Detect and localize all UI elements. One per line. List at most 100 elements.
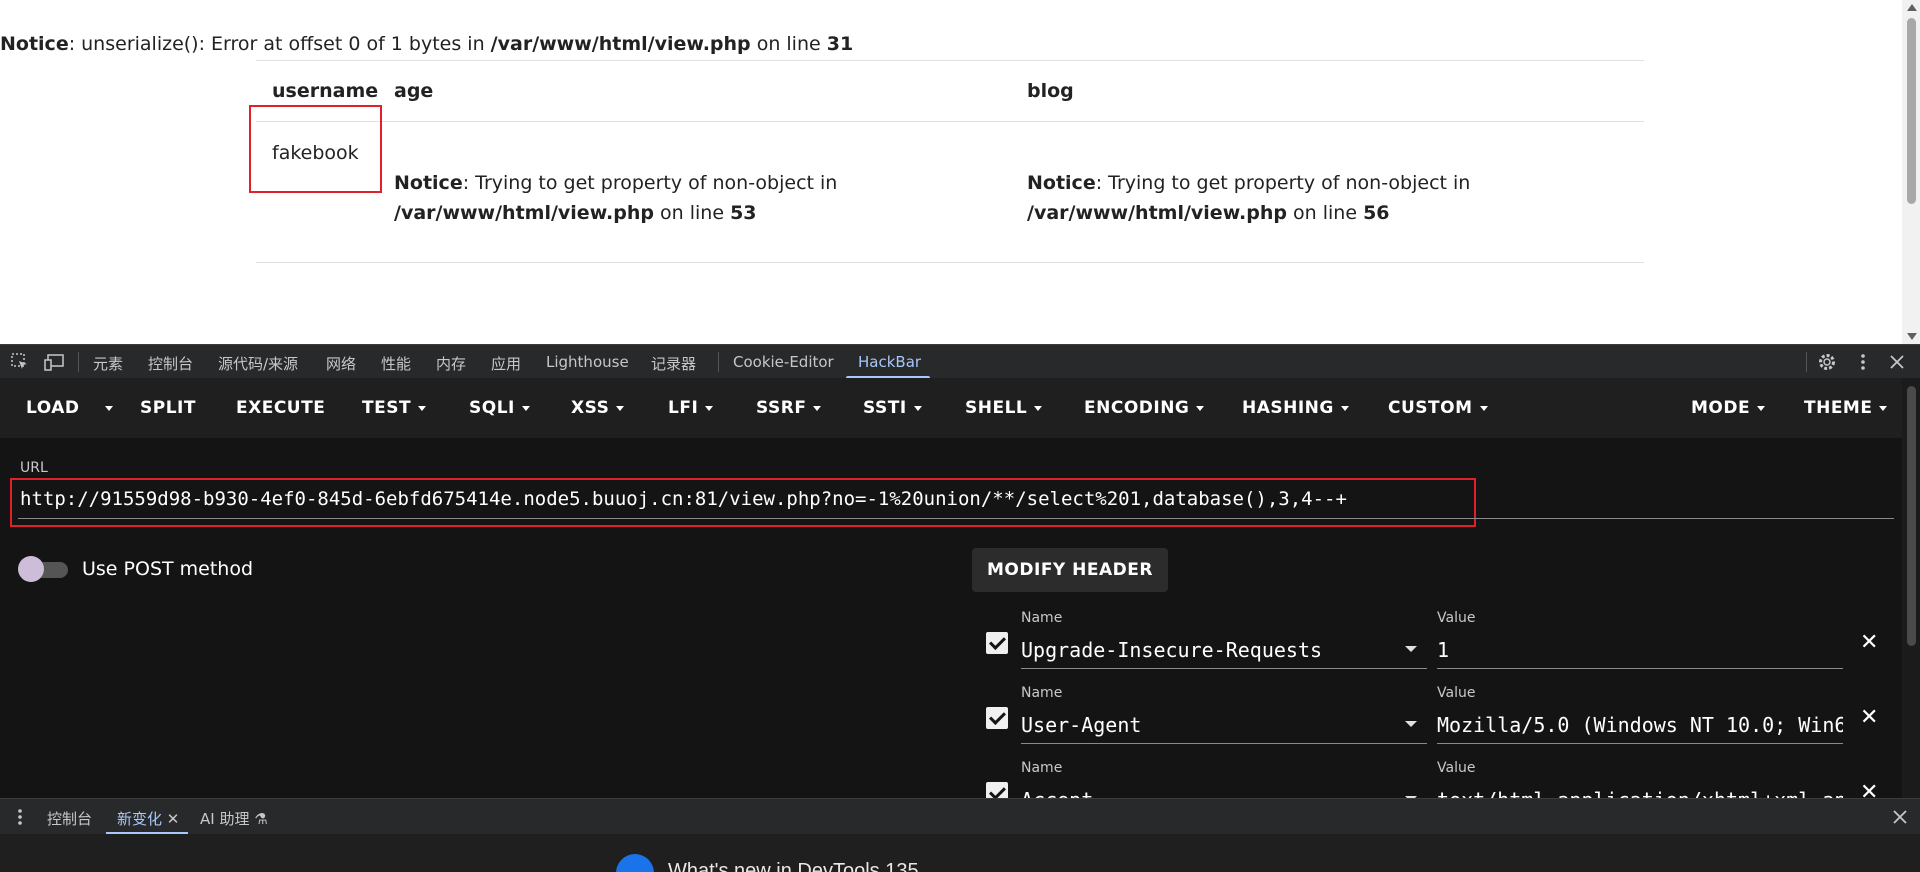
settings-gear-icon[interactable] — [1817, 352, 1837, 372]
header-username: username — [272, 80, 379, 102]
table-bottom-border — [256, 262, 1644, 263]
header-2-name-input[interactable]: User-Agent — [1021, 713, 1381, 737]
tab-network[interactable]: 网络 — [326, 353, 356, 374]
caret-down-icon — [813, 405, 822, 411]
header-2-dropdown-icon[interactable] — [1405, 721, 1417, 727]
mode-label: MODE — [1691, 398, 1751, 418]
mode-menu-button[interactable]: MODE — [1691, 398, 1766, 418]
caret-down-icon — [1340, 405, 1349, 411]
header-2-value-input[interactable]: Mozilla/5.0 (Windows NT 10.0; Win64; x64… — [1437, 713, 1843, 737]
hashing-label: HASHING — [1242, 398, 1334, 418]
header-1-name-underline — [1021, 668, 1427, 669]
header-1-remove-icon[interactable]: ✕ — [1860, 630, 1878, 655]
tab-separator — [78, 352, 79, 372]
xss-label: XSS — [571, 398, 610, 418]
more-options-icon[interactable] — [1853, 352, 1873, 372]
tab-performance[interactable]: 性能 — [381, 353, 411, 374]
tab-recorder[interactable]: 记录器 — [651, 353, 696, 374]
scrollbar-thumb[interactable] — [1907, 386, 1916, 646]
tab-sources[interactable]: 源代码/来源 — [218, 353, 298, 374]
drawer-tab-console[interactable]: 控制台 — [47, 808, 92, 829]
url-input-underline — [18, 518, 1894, 519]
header-1-value-input[interactable]: 1 — [1437, 638, 1843, 662]
ai-assistant-label: AI 助理 — [200, 810, 250, 828]
sqli-menu-button[interactable]: SQLI — [469, 398, 530, 418]
drawer-menu-icon[interactable] — [10, 807, 30, 827]
custom-label: CUSTOM — [1388, 398, 1473, 418]
caret-down-icon — [521, 405, 530, 411]
tab-console[interactable]: 控制台 — [148, 353, 193, 374]
xss-menu-button[interactable]: XSS — [571, 398, 625, 418]
load-dropdown-button[interactable] — [98, 398, 113, 418]
hashing-menu-button[interactable]: HASHING — [1242, 398, 1349, 418]
caret-down-icon — [1757, 405, 1766, 411]
close-drawer-icon[interactable] — [1890, 807, 1910, 827]
ssrf-menu-button[interactable]: SSRF — [756, 398, 822, 418]
toggle-knob — [18, 556, 44, 582]
split-button[interactable]: SPLIT — [140, 398, 196, 418]
header-2-remove-icon[interactable]: ✕ — [1860, 705, 1878, 730]
tab-application[interactable]: 应用 — [491, 353, 521, 374]
caret-down-icon — [616, 405, 625, 411]
header-2-value-underline — [1437, 743, 1843, 744]
header-3-value-label: Value — [1437, 760, 1476, 776]
header-age: age — [394, 80, 434, 102]
caret-down-icon — [1034, 405, 1043, 411]
modify-header-button[interactable]: MODIFY HEADER — [972, 548, 1168, 592]
web-page: Notice: unserialize(): Error at offset 0… — [0, 0, 1920, 344]
inspect-element-icon[interactable] — [10, 352, 30, 372]
drawer-tab-whats-new[interactable]: 新变化 ✕ — [117, 808, 179, 829]
header-3-name-label: Name — [1021, 760, 1063, 776]
header-1-name-label: Name — [1021, 610, 1063, 626]
execute-button[interactable]: EXECUTE — [236, 398, 325, 418]
header-2-checkbox[interactable] — [986, 707, 1008, 729]
url-label: URL — [20, 460, 48, 476]
caret-down-icon — [418, 405, 427, 411]
tab-separator — [718, 352, 719, 372]
theme-menu-button[interactable]: THEME — [1804, 398, 1888, 418]
blog-cell: Notice: Trying to get property of non-ob… — [1027, 172, 1471, 224]
header-2-value-label: Value — [1437, 685, 1476, 701]
custom-menu-button[interactable]: CUSTOM — [1388, 398, 1488, 418]
table-top-border — [256, 60, 1644, 61]
header-2-name-underline — [1021, 743, 1427, 744]
lfi-menu-button[interactable]: LFI — [668, 398, 714, 418]
close-tab-icon[interactable]: ✕ — [167, 810, 180, 828]
tab-lighthouse[interactable]: Lighthouse — [546, 353, 629, 371]
ssti-menu-button[interactable]: SSTI — [863, 398, 922, 418]
caret-down-icon — [705, 405, 714, 411]
caret-down-icon — [913, 405, 922, 411]
test-menu-button[interactable]: TEST — [362, 398, 427, 418]
hackbar-scrollbar[interactable] — [1902, 378, 1920, 798]
device-toolbar-icon[interactable] — [44, 352, 64, 372]
table-header-border — [256, 121, 1644, 122]
tab-elements[interactable]: 元素 — [93, 353, 123, 374]
devtools-logo-icon — [616, 854, 654, 872]
theme-label: THEME — [1804, 398, 1873, 418]
load-button[interactable]: LOAD — [26, 398, 80, 418]
ssti-label: SSTI — [863, 398, 907, 418]
header-1-name-input[interactable]: Upgrade-Insecure-Requests — [1021, 638, 1381, 662]
url-input[interactable]: http://91559d98-b930-4ef0-845d-6ebfd6754… — [20, 488, 1347, 510]
header-blog: blog — [1027, 80, 1074, 102]
whats-new-heading: What's new in DevTools 135 — [668, 860, 919, 872]
close-devtools-icon[interactable] — [1887, 352, 1907, 372]
header-1-value-label: Value — [1437, 610, 1476, 626]
scrollbar-thumb[interactable] — [1907, 18, 1916, 204]
username-cell: fakebook — [272, 142, 359, 164]
scroll-up-arrow-icon[interactable] — [1907, 4, 1917, 11]
shell-menu-button[interactable]: SHELL — [965, 398, 1043, 418]
tab-memory[interactable]: 内存 — [436, 353, 466, 374]
drawer-tab-ai-assistant[interactable]: AI 助理 ⚗ — [200, 808, 268, 829]
page-scrollbar[interactable] — [1902, 0, 1920, 344]
header-1-dropdown-icon[interactable] — [1405, 646, 1417, 652]
caret-down-icon — [1479, 405, 1488, 411]
ssrf-label: SSRF — [756, 398, 807, 418]
header-2-name-label: Name — [1021, 685, 1063, 701]
post-method-label: Use POST method — [82, 558, 254, 580]
header-1-checkbox[interactable] — [986, 632, 1008, 654]
tab-cookie-editor[interactable]: Cookie-Editor — [733, 353, 834, 371]
tab-hackbar[interactable]: HackBar — [858, 353, 921, 371]
encoding-menu-button[interactable]: ENCODING — [1084, 398, 1205, 418]
scroll-down-arrow-icon[interactable] — [1907, 333, 1917, 340]
